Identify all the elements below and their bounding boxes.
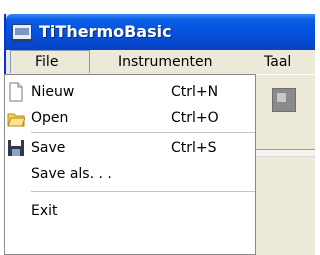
menu-file[interactable]: File [10, 50, 90, 73]
panel-divider [256, 149, 315, 157]
file-dropdown-menu: Nieuw Ctrl+N Open Ctrl+O Save Ctrl+S Sav… [4, 74, 256, 255]
window-title: TiThermoBasic [39, 22, 172, 41]
menu-item-save[interactable]: Save Ctrl+S [5, 135, 255, 161]
menu-item-label: Nieuw [31, 84, 75, 100]
menu-item-save-als[interactable]: Save als. . . [5, 161, 255, 187]
menu-separator [31, 191, 255, 192]
new-document-icon [9, 82, 23, 102]
save-disk-icon [8, 140, 24, 156]
menu-separator [31, 132, 255, 133]
menu-item-shortcut: Ctrl+O [171, 110, 219, 126]
menu-file-label: File [35, 54, 59, 70]
menu-bar: File Instrumenten Taal [6, 50, 315, 75]
toolbar-disabled-button[interactable] [272, 88, 296, 112]
menu-item-shortcut: Ctrl+N [171, 84, 219, 100]
title-bar[interactable]: TiThermoBasic [6, 14, 315, 50]
menu-item-label: Save als. . . [31, 166, 112, 182]
app-monitor-icon [11, 24, 33, 42]
menu-item-exit[interactable]: Exit [5, 198, 255, 224]
menu-taal[interactable]: Taal [264, 54, 291, 70]
menu-item-shortcut: Ctrl+S [171, 140, 217, 156]
menu-item-open[interactable]: Open Ctrl+O [5, 105, 255, 131]
menu-item-label: Save [31, 140, 66, 156]
open-folder-icon [7, 113, 25, 127]
menu-instrumenten[interactable]: Instrumenten [118, 54, 213, 70]
menu-item-nieuw[interactable]: Nieuw Ctrl+N [5, 79, 255, 105]
menu-item-label: Open [31, 110, 69, 126]
menu-item-label: Exit [31, 203, 58, 219]
